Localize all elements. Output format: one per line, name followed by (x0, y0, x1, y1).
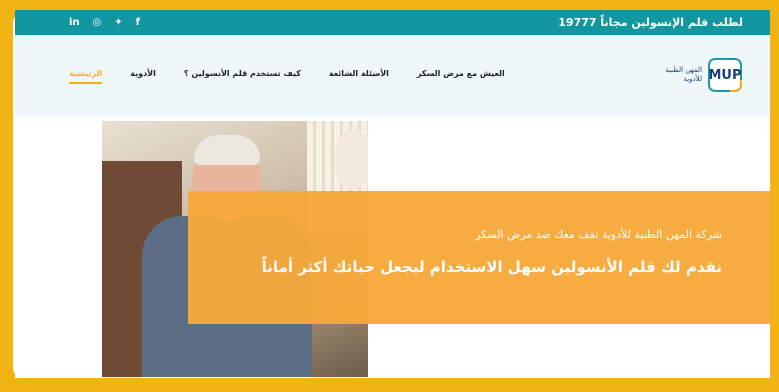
nav-item-medicines[interactable]: الأدوية (130, 69, 156, 84)
hero-banner: شركة المهن الطبية للأدوية تقف معك ضد مرض… (188, 191, 771, 324)
facebook-icon[interactable]: f (136, 17, 140, 28)
main-nav: المهن الطبية للأدوية MUP الرئيسية الأدوي… (15, 35, 770, 117)
logo[interactable]: المهن الطبية للأدوية MUP (665, 58, 742, 92)
hero-subtitle: شركة المهن الطبية للأدوية تقف معك ضد مرض… (475, 228, 722, 241)
top-bar: in ◎ ✦ f لطلب قلم الإنسولين مجاناً 19777 (15, 10, 770, 35)
nav-item-how-to-use[interactable]: كيف تستخدم قلم الأنسولين ؟ (184, 69, 301, 84)
hero-headline: نقدم لك قلم الأنسولين سهل الاستخدام ليجع… (261, 258, 722, 276)
nav-item-living-with-diabetes[interactable]: العيش مع مرض السكر (417, 69, 505, 84)
woman-figure (334, 129, 368, 189)
instagram-icon[interactable]: ◎ (93, 17, 102, 28)
logo-line1: المهن الطبية (665, 66, 702, 74)
twitter-icon[interactable]: ✦ (114, 17, 122, 28)
man-hair (194, 135, 260, 165)
nav-item-faq[interactable]: الأسئلة الشائعة (329, 69, 389, 84)
nav-item-home[interactable]: الرئيسية (69, 69, 103, 84)
logo-text: المهن الطبية للأدوية (665, 66, 702, 84)
logo-mark: MUP (708, 58, 742, 92)
promo-text[interactable]: لطلب قلم الإنسولين مجاناً 19777 (558, 10, 743, 35)
logo-line2: للأدوية (683, 75, 702, 83)
social-links: in ◎ ✦ f (69, 10, 140, 35)
nav-menu: الرئيسية الأدوية كيف تستخدم قلم الأنسولي… (69, 69, 505, 84)
linkedin-icon[interactable]: in (69, 17, 80, 28)
